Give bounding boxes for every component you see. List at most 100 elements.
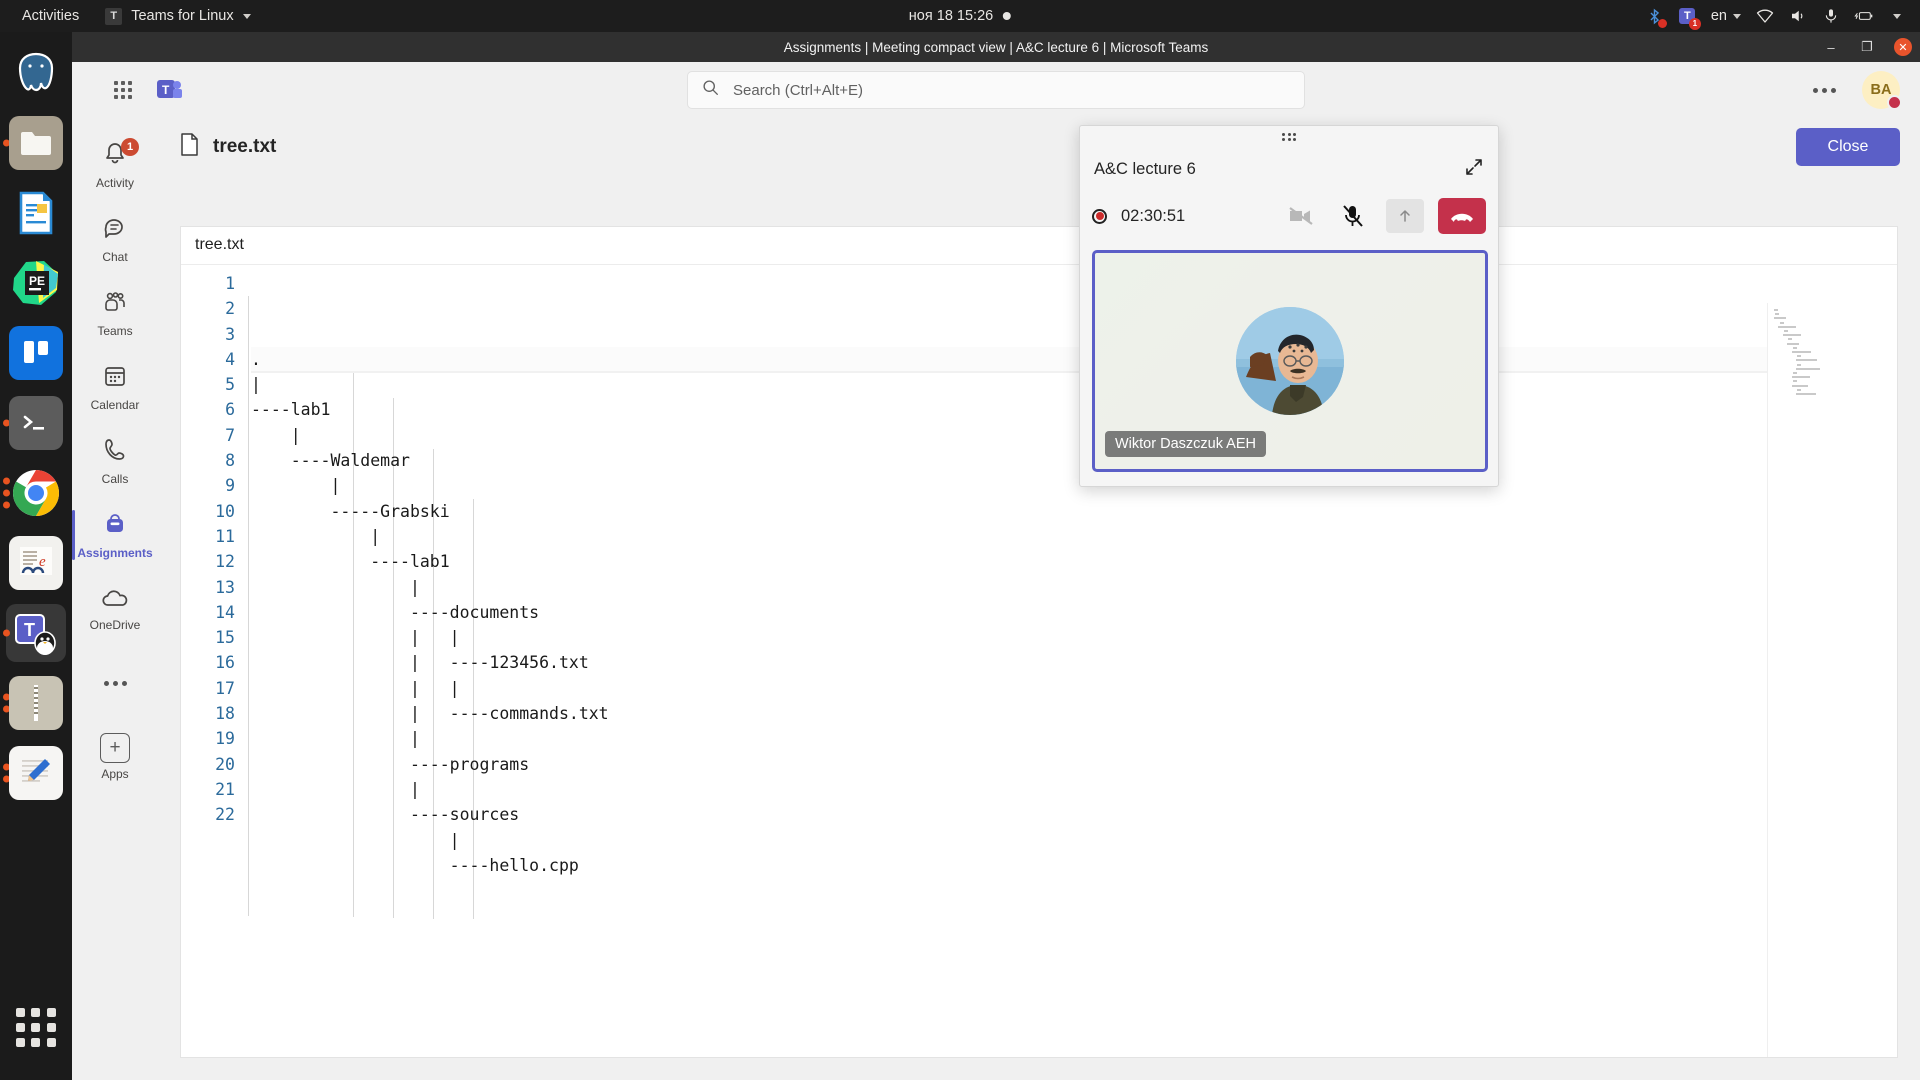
minimap-line <box>1788 338 1793 341</box>
keyboard-layout-label: en <box>1710 8 1727 24</box>
clock-label: ноя 18 15:26 <box>908 8 994 24</box>
code-text[interactable]: . | ----lab1 | ----Waldemar | -----Grabski… <box>247 265 1897 1057</box>
dock-item-pycharm[interactable]: PE <box>0 248 72 318</box>
app-menu-button[interactable]: T Teams for Linux <box>95 0 260 32</box>
avatar <box>1236 307 1344 415</box>
ubuntu-dock: PE e T <box>0 32 72 1080</box>
meeting-compact-window: A&C lecture 6 02:30:51 Wiktor Daszczuk A… <box>1079 125 1499 487</box>
close-button[interactable]: Close <box>1796 128 1900 166</box>
line-number: 16 <box>215 653 235 673</box>
header-right-cluster: BA <box>1813 71 1902 110</box>
mic-muted-button[interactable] <box>1334 199 1372 233</box>
minimize-icon[interactable]: – <box>1822 38 1840 56</box>
clock-button[interactable]: ноя 18 15:26 <box>908 8 1012 24</box>
code-line: ----documents <box>251 602 540 622</box>
tab-tree-txt[interactable]: tree.txt <box>181 227 262 264</box>
dock-item-trello[interactable] <box>0 318 72 388</box>
code-line: | <box>251 526 381 546</box>
sidebar-item-label: OneDrive <box>89 617 141 632</box>
sidebar-item-calls[interactable]: Calls <box>72 424 158 498</box>
battery-charging-icon[interactable] <box>1854 7 1873 26</box>
sidebar-item-label: Calls <box>101 471 129 486</box>
code-line: ----sources <box>251 805 520 825</box>
keyboard-layout-button[interactable]: en <box>1711 8 1741 24</box>
dock-item-archive-manager[interactable] <box>0 668 72 738</box>
teams-for-linux-icon: T <box>105 7 123 25</box>
teams-window: Assignments | Meeting compact view | A&C… <box>72 32 1920 1080</box>
editor-minimap[interactable] <box>1767 303 1897 1057</box>
svg-text:T: T <box>162 83 170 97</box>
code-line: ----hello.cpp <box>251 855 579 875</box>
sidebar-item-calendar[interactable]: Calendar <box>72 350 158 424</box>
minimap-line <box>1796 367 1820 370</box>
teams-for-linux-icon: T <box>9 606 63 660</box>
page-title: tree.txt <box>213 136 277 157</box>
avatar[interactable]: BA <box>1862 71 1902 110</box>
camera-off-button[interactable] <box>1282 199 1320 233</box>
line-number: 22 <box>215 805 235 825</box>
video-tile[interactable]: Wiktor Daszczuk AEH <box>1092 250 1488 472</box>
drag-handle-icon[interactable] <box>1080 126 1498 148</box>
meeting-actions <box>1282 198 1486 234</box>
pycharm-icon: PE <box>9 256 63 310</box>
minimap-line <box>1791 351 1812 353</box>
dock-item-terminal[interactable] <box>0 388 72 458</box>
sidebar-item-more[interactable] <box>72 646 158 720</box>
activities-button[interactable]: Activities <box>0 0 95 32</box>
maximize-icon[interactable]: ❐ <box>1858 38 1876 56</box>
sidebar-item-chat[interactable]: Chat <box>72 202 158 276</box>
cloud-icon <box>101 587 129 614</box>
show-applications-button[interactable] <box>0 992 72 1062</box>
sidebar-item-activity[interactable]: 1 Activity <box>72 128 158 202</box>
bluetooth-icon[interactable] <box>1645 7 1667 28</box>
line-number: 2 <box>225 299 235 319</box>
sidebar-item-onedrive[interactable]: OneDrive <box>72 572 158 646</box>
dock-item-teams-for-linux[interactable]: T <box>0 598 72 668</box>
sidebar-item-assignments[interactable]: Assignments <box>72 498 158 572</box>
sidebar-item-apps[interactable]: + Apps <box>72 720 158 794</box>
dock-item-text-editor[interactable] <box>0 738 72 808</box>
sidebar-item-teams[interactable]: Teams <box>72 276 158 350</box>
meeting-title-row: A&C lecture 6 <box>1080 148 1498 190</box>
more-apps-icon <box>103 680 127 686</box>
meeting-controls-row: 02:30:51 <box>1080 190 1498 242</box>
assignment-file-bar: tree.txt Close <box>158 118 1920 176</box>
more-options-icon[interactable] <box>1813 87 1836 93</box>
search-input[interactable]: Search (Ctrl+Alt+E) <box>733 82 863 99</box>
line-number: 7 <box>225 425 235 445</box>
code-line: | <box>251 779 420 799</box>
postgresql-icon <box>9 46 63 100</box>
line-number: 5 <box>225 375 235 395</box>
trello-icon <box>9 326 63 380</box>
dock-item-files[interactable] <box>0 108 72 178</box>
system-menu-chevron-icon[interactable] <box>1887 7 1906 26</box>
line-number: 3 <box>225 324 235 344</box>
code-line: ----lab1 <box>251 552 450 572</box>
microphone-icon[interactable] <box>1821 7 1840 26</box>
dock-item-google-chrome[interactable] <box>0 458 72 528</box>
chevron-down-icon <box>1733 13 1741 19</box>
minimap-line <box>1775 313 1780 316</box>
line-number: 8 <box>225 451 235 471</box>
window-title-bar: Assignments | Meeting compact view | A&C… <box>72 32 1920 62</box>
app-waffle-icon[interactable] <box>100 81 146 99</box>
line-number: 11 <box>215 526 235 546</box>
expand-icon[interactable] <box>1464 157 1484 182</box>
dock-item-document-viewer[interactable]: e <box>0 528 72 598</box>
line-number: 9 <box>225 476 235 496</box>
code-line: | <box>251 577 420 597</box>
wifi-icon[interactable] <box>1755 7 1774 26</box>
minimap-line <box>1782 334 1801 337</box>
hang-up-button[interactable] <box>1438 198 1486 234</box>
dock-item-libreoffice-writer[interactable] <box>0 178 72 248</box>
search-bar[interactable]: Search (Ctrl+Alt+E) <box>687 71 1305 109</box>
backpack-icon <box>102 511 128 542</box>
close-icon[interactable]: ✕ <box>1894 38 1912 56</box>
notification-dot-icon <box>1003 12 1012 20</box>
minimap-line <box>1792 380 1797 383</box>
teams-tray-icon[interactable]: T 1 <box>1678 7 1701 30</box>
status-badge <box>1887 95 1902 110</box>
volume-icon[interactable] <box>1788 7 1807 26</box>
dock-item-postgresql[interactable] <box>0 38 72 108</box>
share-screen-button[interactable] <box>1386 199 1424 233</box>
